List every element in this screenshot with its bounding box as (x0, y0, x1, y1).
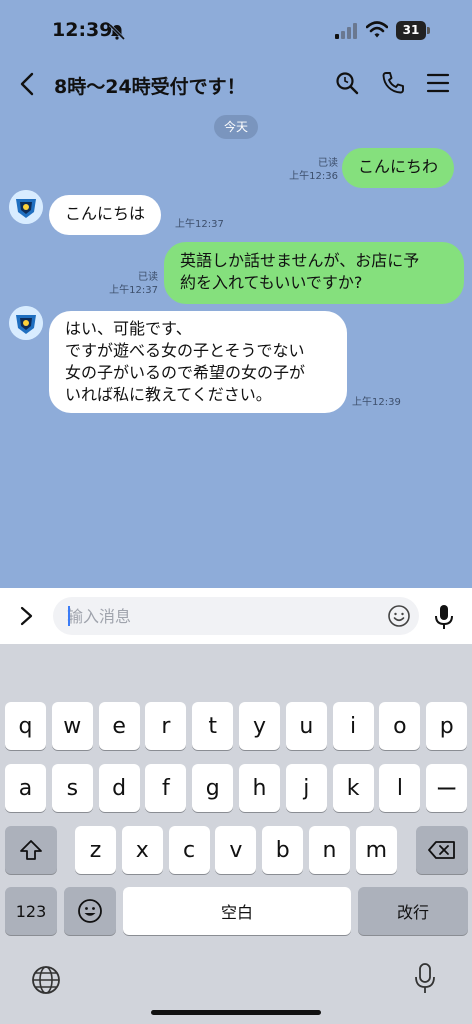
key-y[interactable]: y (239, 702, 280, 750)
key-d[interactable]: d (98, 764, 140, 812)
dictation-microphone-icon[interactable] (413, 962, 437, 996)
message-input[interactable] (67, 597, 377, 635)
key-b[interactable]: b (262, 826, 304, 874)
globe-icon[interactable] (30, 964, 62, 996)
smiley-icon[interactable] (387, 604, 411, 628)
key-z[interactable]: z (75, 826, 116, 874)
key-x[interactable]: x (121, 826, 163, 874)
date-divider: 今天 (214, 115, 258, 139)
key-m[interactable]: m (355, 826, 397, 874)
key-q[interactable]: q (5, 702, 46, 750)
menu-icon[interactable] (425, 70, 451, 96)
key-g[interactable]: g (192, 764, 234, 812)
return-key[interactable]: 改行 (358, 887, 468, 935)
chat-header: 8時～24時受付です！ (0, 60, 472, 108)
back-arrow-icon[interactable] (14, 70, 42, 98)
backspace-key[interactable] (416, 826, 468, 874)
chat-title: 8時～24時受付です！ (54, 76, 246, 98)
phone-icon[interactable] (380, 70, 406, 96)
key-i[interactable]: i (332, 702, 374, 750)
key-f[interactable]: f (145, 764, 187, 812)
key-n[interactable]: n (309, 826, 350, 874)
message-meta: 已读 上午12:37 (100, 271, 158, 297)
key-c[interactable]: c (168, 826, 210, 874)
keyboard: qwertyuiop asdfghjklー zxcvbnm 123 空白 改行 (0, 644, 472, 1024)
key-long-vowel[interactable]: ー (426, 764, 468, 812)
read-receipt: 已读 (138, 272, 158, 283)
outgoing-message[interactable]: 英語しか話せませんが、お店に予 約を入れてもいいですか? (164, 242, 464, 304)
chevron-right-icon[interactable] (14, 603, 40, 629)
avatar-emblem-icon (9, 306, 43, 340)
space-key[interactable]: 空白 (123, 887, 351, 935)
emoji-key[interactable] (64, 887, 116, 935)
key-v[interactable]: v (215, 826, 257, 874)
incoming-message[interactable]: こんにちは (49, 195, 162, 235)
signal-icon (335, 23, 357, 39)
wifi-icon (366, 21, 388, 38)
avatar[interactable] (9, 190, 43, 224)
search-icon[interactable] (334, 70, 360, 96)
key-l[interactable]: l (379, 764, 421, 812)
message-meta: 已读 上午12:36 (280, 157, 338, 183)
message-field[interactable] (53, 597, 419, 635)
shift-icon (20, 840, 42, 860)
incoming-message[interactable]: はい、可能です、 ですが遊べる女の子とそうでない 女の子がいるので希望の女の子が… (49, 311, 347, 413)
key-u[interactable]: u (285, 702, 327, 750)
battery-level: 31 (396, 21, 426, 40)
text-caret (68, 606, 70, 626)
avatar[interactable] (9, 306, 43, 340)
key-s[interactable]: s (51, 764, 93, 812)
emoji-icon (78, 899, 102, 923)
message-input-bar (0, 588, 472, 644)
numbers-key[interactable]: 123 (5, 887, 57, 935)
message-time: 上午12:37 (109, 285, 158, 296)
message-time: 上午12:36 (289, 171, 338, 182)
key-r[interactable]: r (145, 702, 187, 750)
bell-slash-icon (108, 23, 126, 41)
key-t[interactable]: t (192, 702, 234, 750)
key-o[interactable]: o (379, 702, 421, 750)
key-j[interactable]: j (285, 764, 327, 812)
key-h[interactable]: h (239, 764, 280, 812)
message-time: 上午12:39 (352, 397, 401, 408)
status-time: 12:39 (52, 19, 113, 41)
read-receipt: 已读 (318, 158, 338, 169)
message-time: 上午12:37 (175, 219, 224, 230)
outgoing-message[interactable]: こんにちわ (342, 148, 455, 188)
avatar-emblem-icon (9, 190, 43, 224)
status-bar: 12:39 31 (0, 0, 472, 60)
key-p[interactable]: p (426, 702, 468, 750)
battery-indicator: 31 (396, 21, 430, 40)
backspace-icon (428, 841, 455, 859)
microphone-icon[interactable] (432, 603, 456, 631)
key-w[interactable]: w (51, 702, 93, 750)
key-e[interactable]: e (98, 702, 140, 750)
key-a[interactable]: a (5, 764, 46, 812)
key-k[interactable]: k (332, 764, 374, 812)
shift-key[interactable] (5, 826, 57, 874)
home-indicator (151, 1010, 321, 1015)
